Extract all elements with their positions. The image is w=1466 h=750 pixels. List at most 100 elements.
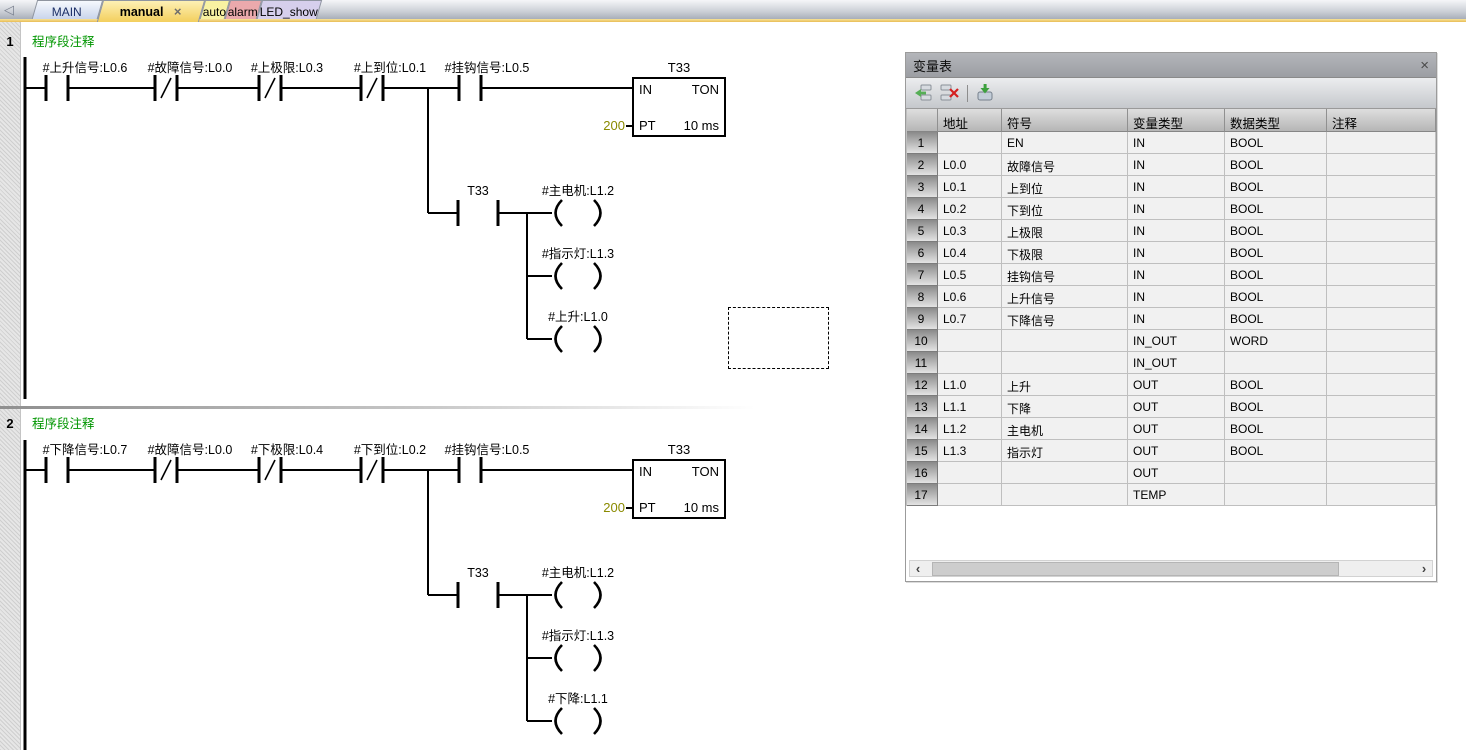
cell-data-type[interactable]: BOOL — [1225, 374, 1327, 396]
cell-symbol[interactable]: 上升信号 — [1002, 286, 1128, 308]
coil[interactable] — [594, 708, 601, 734]
contact-label[interactable]: #上到位:L0.1 — [354, 60, 426, 75]
cell-var-type[interactable]: IN — [1128, 242, 1225, 264]
row-number[interactable]: 7 — [907, 264, 938, 286]
contact-label[interactable]: #上升信号:L0.6 — [43, 61, 128, 75]
cell-comment[interactable] — [1327, 154, 1436, 176]
cell-symbol[interactable]: 上到位 — [1002, 176, 1128, 198]
paste-symbol-icon[interactable] — [975, 84, 995, 102]
cell-data-type[interactable]: BOOL — [1225, 396, 1327, 418]
coil[interactable] — [594, 263, 601, 289]
cell-var-type[interactable]: IN_OUT — [1128, 330, 1225, 352]
coil[interactable] — [556, 200, 563, 226]
coil[interactable] — [594, 326, 601, 352]
scroll-right-icon[interactable]: › — [1416, 562, 1432, 576]
coil[interactable] — [556, 263, 563, 289]
cell-address[interactable]: L0.7 — [938, 308, 1002, 330]
tab-manual[interactable]: manual × — [97, 0, 205, 22]
row-number[interactable]: 3 — [907, 176, 938, 198]
row-number[interactable]: 10 — [907, 330, 938, 352]
row-number[interactable]: 17 — [907, 484, 938, 506]
contact-label[interactable]: #挂钩信号:L0.5 — [445, 443, 530, 457]
row-number[interactable]: 4 — [907, 198, 938, 220]
network-comment[interactable]: 程序段注释 — [32, 416, 95, 431]
close-icon[interactable]: × — [1420, 58, 1429, 73]
cell-symbol[interactable]: 挂钩信号 — [1002, 264, 1128, 286]
cell-symbol[interactable]: 主电机 — [1002, 418, 1128, 440]
cell-var-type[interactable]: IN — [1128, 176, 1225, 198]
cell-var-type[interactable]: IN — [1128, 198, 1225, 220]
tab-scroll-left-icon[interactable]: ◁ — [4, 2, 14, 18]
cell-address[interactable] — [938, 462, 1002, 484]
coil-label[interactable]: #指示灯:L1.3 — [542, 628, 614, 643]
coil[interactable] — [594, 200, 601, 226]
cell-comment[interactable] — [1327, 198, 1436, 220]
cell-comment[interactable] — [1327, 220, 1436, 242]
cell-var-type[interactable]: IN_OUT — [1128, 352, 1225, 374]
cell-data-type[interactable] — [1225, 484, 1327, 506]
cell-data-type[interactable]: BOOL — [1225, 242, 1327, 264]
cell-symbol[interactable]: EN — [1002, 132, 1128, 154]
cell-symbol[interactable]: 下降信号 — [1002, 308, 1128, 330]
coil[interactable] — [556, 326, 563, 352]
cell-address[interactable] — [938, 484, 1002, 506]
cell-data-type[interactable]: BOOL — [1225, 132, 1327, 154]
cell-var-type[interactable]: OUT — [1128, 462, 1225, 484]
row-number[interactable]: 8 — [907, 286, 938, 308]
coil[interactable] — [556, 708, 563, 734]
cell-comment[interactable] — [1327, 352, 1436, 374]
coil-label[interactable]: #下降:L1.1 — [548, 692, 608, 706]
cell-symbol[interactable]: 上极限 — [1002, 220, 1128, 242]
cell-address[interactable]: L1.3 — [938, 440, 1002, 462]
cell-address[interactable]: L0.4 — [938, 242, 1002, 264]
contact-label[interactable]: #故障信号:L0.0 — [148, 442, 233, 457]
coil-label[interactable]: #上升:L1.0 — [548, 310, 608, 324]
row-number[interactable]: 6 — [907, 242, 938, 264]
cell-symbol[interactable]: 上升 — [1002, 374, 1128, 396]
delete-row-icon[interactable] — [940, 84, 960, 102]
cell-data-type[interactable]: WORD — [1225, 330, 1327, 352]
cell-var-type[interactable]: IN — [1128, 132, 1225, 154]
cell-comment[interactable] — [1327, 264, 1436, 286]
cell-address[interactable] — [938, 352, 1002, 374]
contact-label[interactable]: #下极限:L0.4 — [251, 443, 323, 457]
cell-symbol[interactable]: 下到位 — [1002, 198, 1128, 220]
column-header[interactable]: 数据类型 — [1225, 109, 1327, 132]
coil[interactable] — [556, 645, 563, 671]
cell-comment[interactable] — [1327, 418, 1436, 440]
cell-data-type[interactable]: BOOL — [1225, 418, 1327, 440]
cell-symbol[interactable]: 下极限 — [1002, 242, 1128, 264]
cell-var-type[interactable]: OUT — [1128, 374, 1225, 396]
cell-var-type[interactable]: IN — [1128, 286, 1225, 308]
cell-var-type[interactable]: IN — [1128, 308, 1225, 330]
cell-var-type[interactable]: TEMP — [1128, 484, 1225, 506]
cell-symbol[interactable] — [1002, 462, 1128, 484]
row-number[interactable]: 15 — [907, 440, 938, 462]
contact-label[interactable]: #下到位:L0.2 — [354, 442, 426, 457]
cell-comment[interactable] — [1327, 440, 1436, 462]
coil-label[interactable]: #主电机:L1.2 — [542, 566, 614, 580]
cell-address[interactable]: L1.1 — [938, 396, 1002, 418]
cell-comment[interactable] — [1327, 286, 1436, 308]
cell-symbol[interactable] — [1002, 352, 1128, 374]
scroll-left-icon[interactable]: ‹ — [910, 562, 926, 576]
cell-address[interactable]: L0.1 — [938, 176, 1002, 198]
cell-symbol[interactable]: 指示灯 — [1002, 440, 1128, 462]
column-header[interactable]: 地址 — [938, 109, 1002, 132]
timer-box[interactable] — [633, 78, 725, 136]
row-number[interactable]: 16 — [907, 462, 938, 484]
contact-label[interactable]: #上极限:L0.3 — [251, 61, 323, 75]
contact-label[interactable]: #下降信号:L0.7 — [43, 443, 128, 457]
scrollbar-thumb[interactable] — [932, 562, 1339, 576]
horizontal-scrollbar[interactable]: ‹ › — [909, 560, 1433, 577]
cell-var-type[interactable]: OUT — [1128, 418, 1225, 440]
cell-comment[interactable] — [1327, 176, 1436, 198]
cell-comment[interactable] — [1327, 242, 1436, 264]
cell-address[interactable]: L0.6 — [938, 286, 1002, 308]
row-number[interactable]: 14 — [907, 418, 938, 440]
corner-header[interactable] — [907, 109, 938, 132]
cell-var-type[interactable]: IN — [1128, 264, 1225, 286]
cell-address[interactable] — [938, 132, 1002, 154]
cell-data-type[interactable]: BOOL — [1225, 440, 1327, 462]
row-number[interactable]: 13 — [907, 396, 938, 418]
